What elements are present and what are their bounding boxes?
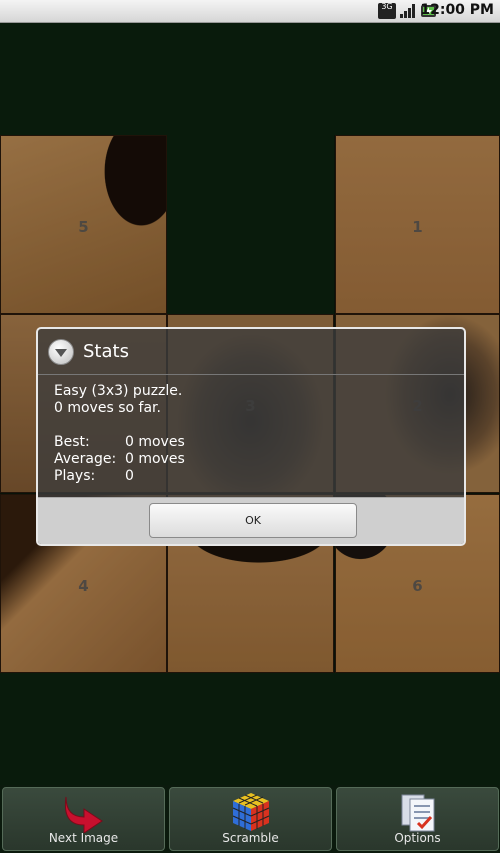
stat-value: 0 moves bbox=[125, 451, 185, 467]
signal-icon bbox=[400, 4, 415, 18]
stat-label: Plays: bbox=[54, 468, 96, 484]
dropdown-circle-icon bbox=[48, 339, 74, 365]
scramble-label: Scramble bbox=[222, 831, 279, 845]
status-bar: 3G 12:00 PM bbox=[0, 0, 500, 23]
red-arrow-icon bbox=[64, 796, 103, 833]
stat-value: 0 moves bbox=[125, 434, 185, 450]
ok-button[interactable]: OK bbox=[149, 503, 357, 538]
next-image-button[interactable]: Next Image bbox=[2, 787, 165, 851]
stat-label: Best: bbox=[54, 434, 90, 450]
dialog-footer: OK bbox=[38, 497, 464, 544]
stat-value: 0 bbox=[125, 468, 134, 484]
stat-average: Average: 0 moves bbox=[54, 451, 185, 468]
dialog-title-bar: Stats bbox=[38, 329, 464, 375]
stats-dialog: Stats Easy (3x3) puzzle. 0 moves so far.… bbox=[36, 327, 466, 546]
stat-plays: Plays: 0 bbox=[54, 468, 185, 485]
rubiks-cube-icon bbox=[232, 793, 269, 831]
dialog-body: Easy (3x3) puzzle. 0 moves so far. Best:… bbox=[54, 383, 185, 485]
status-time: 12:00 PM bbox=[420, 2, 494, 18]
network-3g-icon: 3G bbox=[378, 3, 396, 19]
dialog-title: Stats bbox=[83, 341, 129, 362]
next-image-label: Next Image bbox=[48, 831, 119, 845]
options-label: Options bbox=[394, 831, 441, 845]
options-button[interactable]: Options bbox=[336, 787, 499, 851]
scramble-button[interactable]: Scramble bbox=[169, 787, 332, 851]
clipboard-options-icon bbox=[401, 794, 434, 832]
puzzle-difficulty: Easy (3x3) puzzle. bbox=[54, 383, 183, 399]
moves-so-far: 0 moves so far. bbox=[54, 400, 161, 416]
stat-best: Best: 0 moves bbox=[54, 434, 185, 451]
stat-label: Average: bbox=[54, 451, 117, 467]
